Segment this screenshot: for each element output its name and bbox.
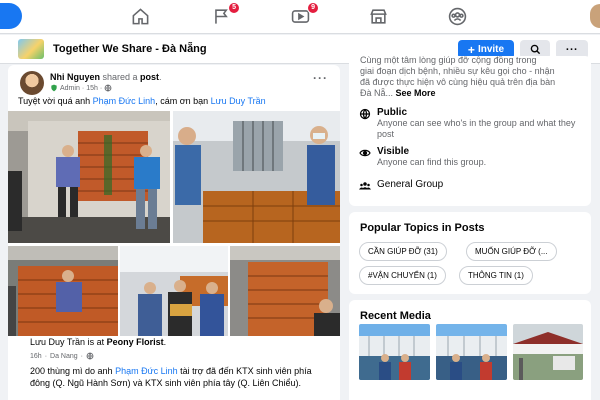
place-link[interactable]: Peony Florist bbox=[107, 337, 164, 347]
search-icon bbox=[530, 44, 540, 55]
flag-icon[interactable]: 5 bbox=[210, 2, 240, 26]
post-photo[interactable] bbox=[173, 111, 340, 243]
media-thumbnail[interactable] bbox=[359, 324, 430, 380]
people-icon bbox=[359, 182, 371, 190]
home-icon[interactable] bbox=[129, 6, 151, 26]
watch-notification-badge: 9 bbox=[307, 2, 319, 14]
see-more-link[interactable]: See More bbox=[396, 88, 436, 98]
topic-pill[interactable]: CẦN GIÚP ĐỠ (31) bbox=[359, 242, 447, 261]
post-photo[interactable] bbox=[230, 246, 340, 336]
shared-post-header: Lưu Duy Trần is at Peony Florist. bbox=[30, 337, 167, 347]
video-icon[interactable]: 9 bbox=[289, 2, 319, 26]
visible-description: Anyone can find this group. bbox=[377, 157, 487, 167]
account-avatar[interactable] bbox=[590, 4, 600, 28]
mention-link[interactable]: Phạm Đức Linh bbox=[93, 96, 156, 106]
shared-author-name[interactable]: Lưu Duy Trần bbox=[30, 337, 85, 347]
public-title: Public bbox=[377, 107, 408, 118]
shared-post-time[interactable]: 16h bbox=[30, 353, 42, 360]
shared-post-text: 200 thùng mì do anh Phạm Đức Linh tài tr… bbox=[30, 366, 312, 388]
post-meta: Admin · 15h · bbox=[50, 84, 112, 92]
group-type-label: General Group bbox=[377, 179, 444, 190]
popular-topics-title: Popular Topics in Posts bbox=[360, 222, 485, 234]
groups-icon[interactable] bbox=[446, 6, 468, 26]
recent-media-title: Recent Media bbox=[360, 310, 431, 322]
mention-link[interactable]: Phạm Đức Linh bbox=[115, 366, 178, 376]
post-photo[interactable] bbox=[120, 246, 228, 336]
post-header: Nhi Nguyen shared a post. bbox=[50, 72, 162, 82]
shared-post-location[interactable]: Da Nang bbox=[50, 353, 78, 360]
top-navigation-bar: 5 9 bbox=[0, 0, 600, 34]
group-cover-thumbnail[interactable] bbox=[18, 39, 44, 59]
marketplace-icon[interactable] bbox=[367, 6, 389, 26]
globe-icon bbox=[86, 352, 94, 360]
invite-label: Invite bbox=[477, 44, 505, 55]
author-avatar[interactable] bbox=[20, 71, 44, 95]
topic-pill[interactable]: #VẬN CHUYỂN (1) bbox=[359, 266, 446, 285]
topic-pill[interactable]: THÔNG TIN (1) bbox=[459, 266, 533, 285]
group-type-row: General Group bbox=[359, 179, 443, 192]
pages-notification-badge: 5 bbox=[228, 2, 240, 14]
privacy-public-row: Public Anyone can see who's in the group… bbox=[359, 107, 582, 140]
visibility-row: Visible Anyone can find this group. bbox=[359, 146, 486, 168]
visible-title: Visible bbox=[377, 146, 410, 157]
about-card: Cùng một tâm lòng giúp đỡ cộng đồng tron… bbox=[349, 56, 591, 206]
post-options-icon[interactable]: ··· bbox=[313, 71, 328, 85]
more-dots-icon: ... bbox=[565, 41, 579, 53]
popular-topics-card: Popular Topics in Posts CẦN GIÚP ĐỠ (31)… bbox=[349, 212, 591, 294]
facebook-logo-icon[interactable] bbox=[0, 3, 22, 29]
public-description: Anyone can see who's in the group and wh… bbox=[377, 118, 576, 139]
author-name[interactable]: Nhi Nguyen bbox=[50, 72, 100, 82]
post-time[interactable]: 15h bbox=[86, 85, 98, 92]
globe-icon bbox=[359, 108, 371, 120]
media-thumbnail[interactable] bbox=[513, 324, 583, 380]
shield-icon bbox=[51, 84, 57, 92]
post-text: Tuyệt vời quá anh Phạm Đức Linh, cám ơn … bbox=[18, 96, 266, 106]
group-post-card: Nhi Nguyen shared a post. Admin · 15h · … bbox=[8, 65, 340, 400]
media-thumbnail[interactable] bbox=[436, 324, 507, 380]
post-link[interactable]: post bbox=[140, 72, 159, 82]
recent-media-card: Recent Media bbox=[349, 300, 591, 400]
group-description: Cùng một tâm lòng giúp đỡ cộng đồng tron… bbox=[360, 56, 556, 98]
shared-post-meta: 16h · Da Nang · bbox=[30, 352, 330, 360]
mention-link[interactable]: Lưu Duy Trần bbox=[211, 96, 266, 106]
eye-icon bbox=[359, 149, 371, 157]
globe-icon bbox=[104, 84, 112, 92]
topic-pill[interactable]: MUỐN GIÚP ĐỠ (... bbox=[466, 242, 557, 261]
shared-action-text: shared a bbox=[100, 72, 141, 82]
post-photo[interactable] bbox=[8, 246, 118, 336]
group-name[interactable]: Together We Share - Đà Nẵng bbox=[53, 43, 207, 55]
admin-role: Admin bbox=[60, 84, 80, 92]
post-photo[interactable] bbox=[8, 111, 170, 243]
plus-icon: + bbox=[467, 42, 475, 57]
